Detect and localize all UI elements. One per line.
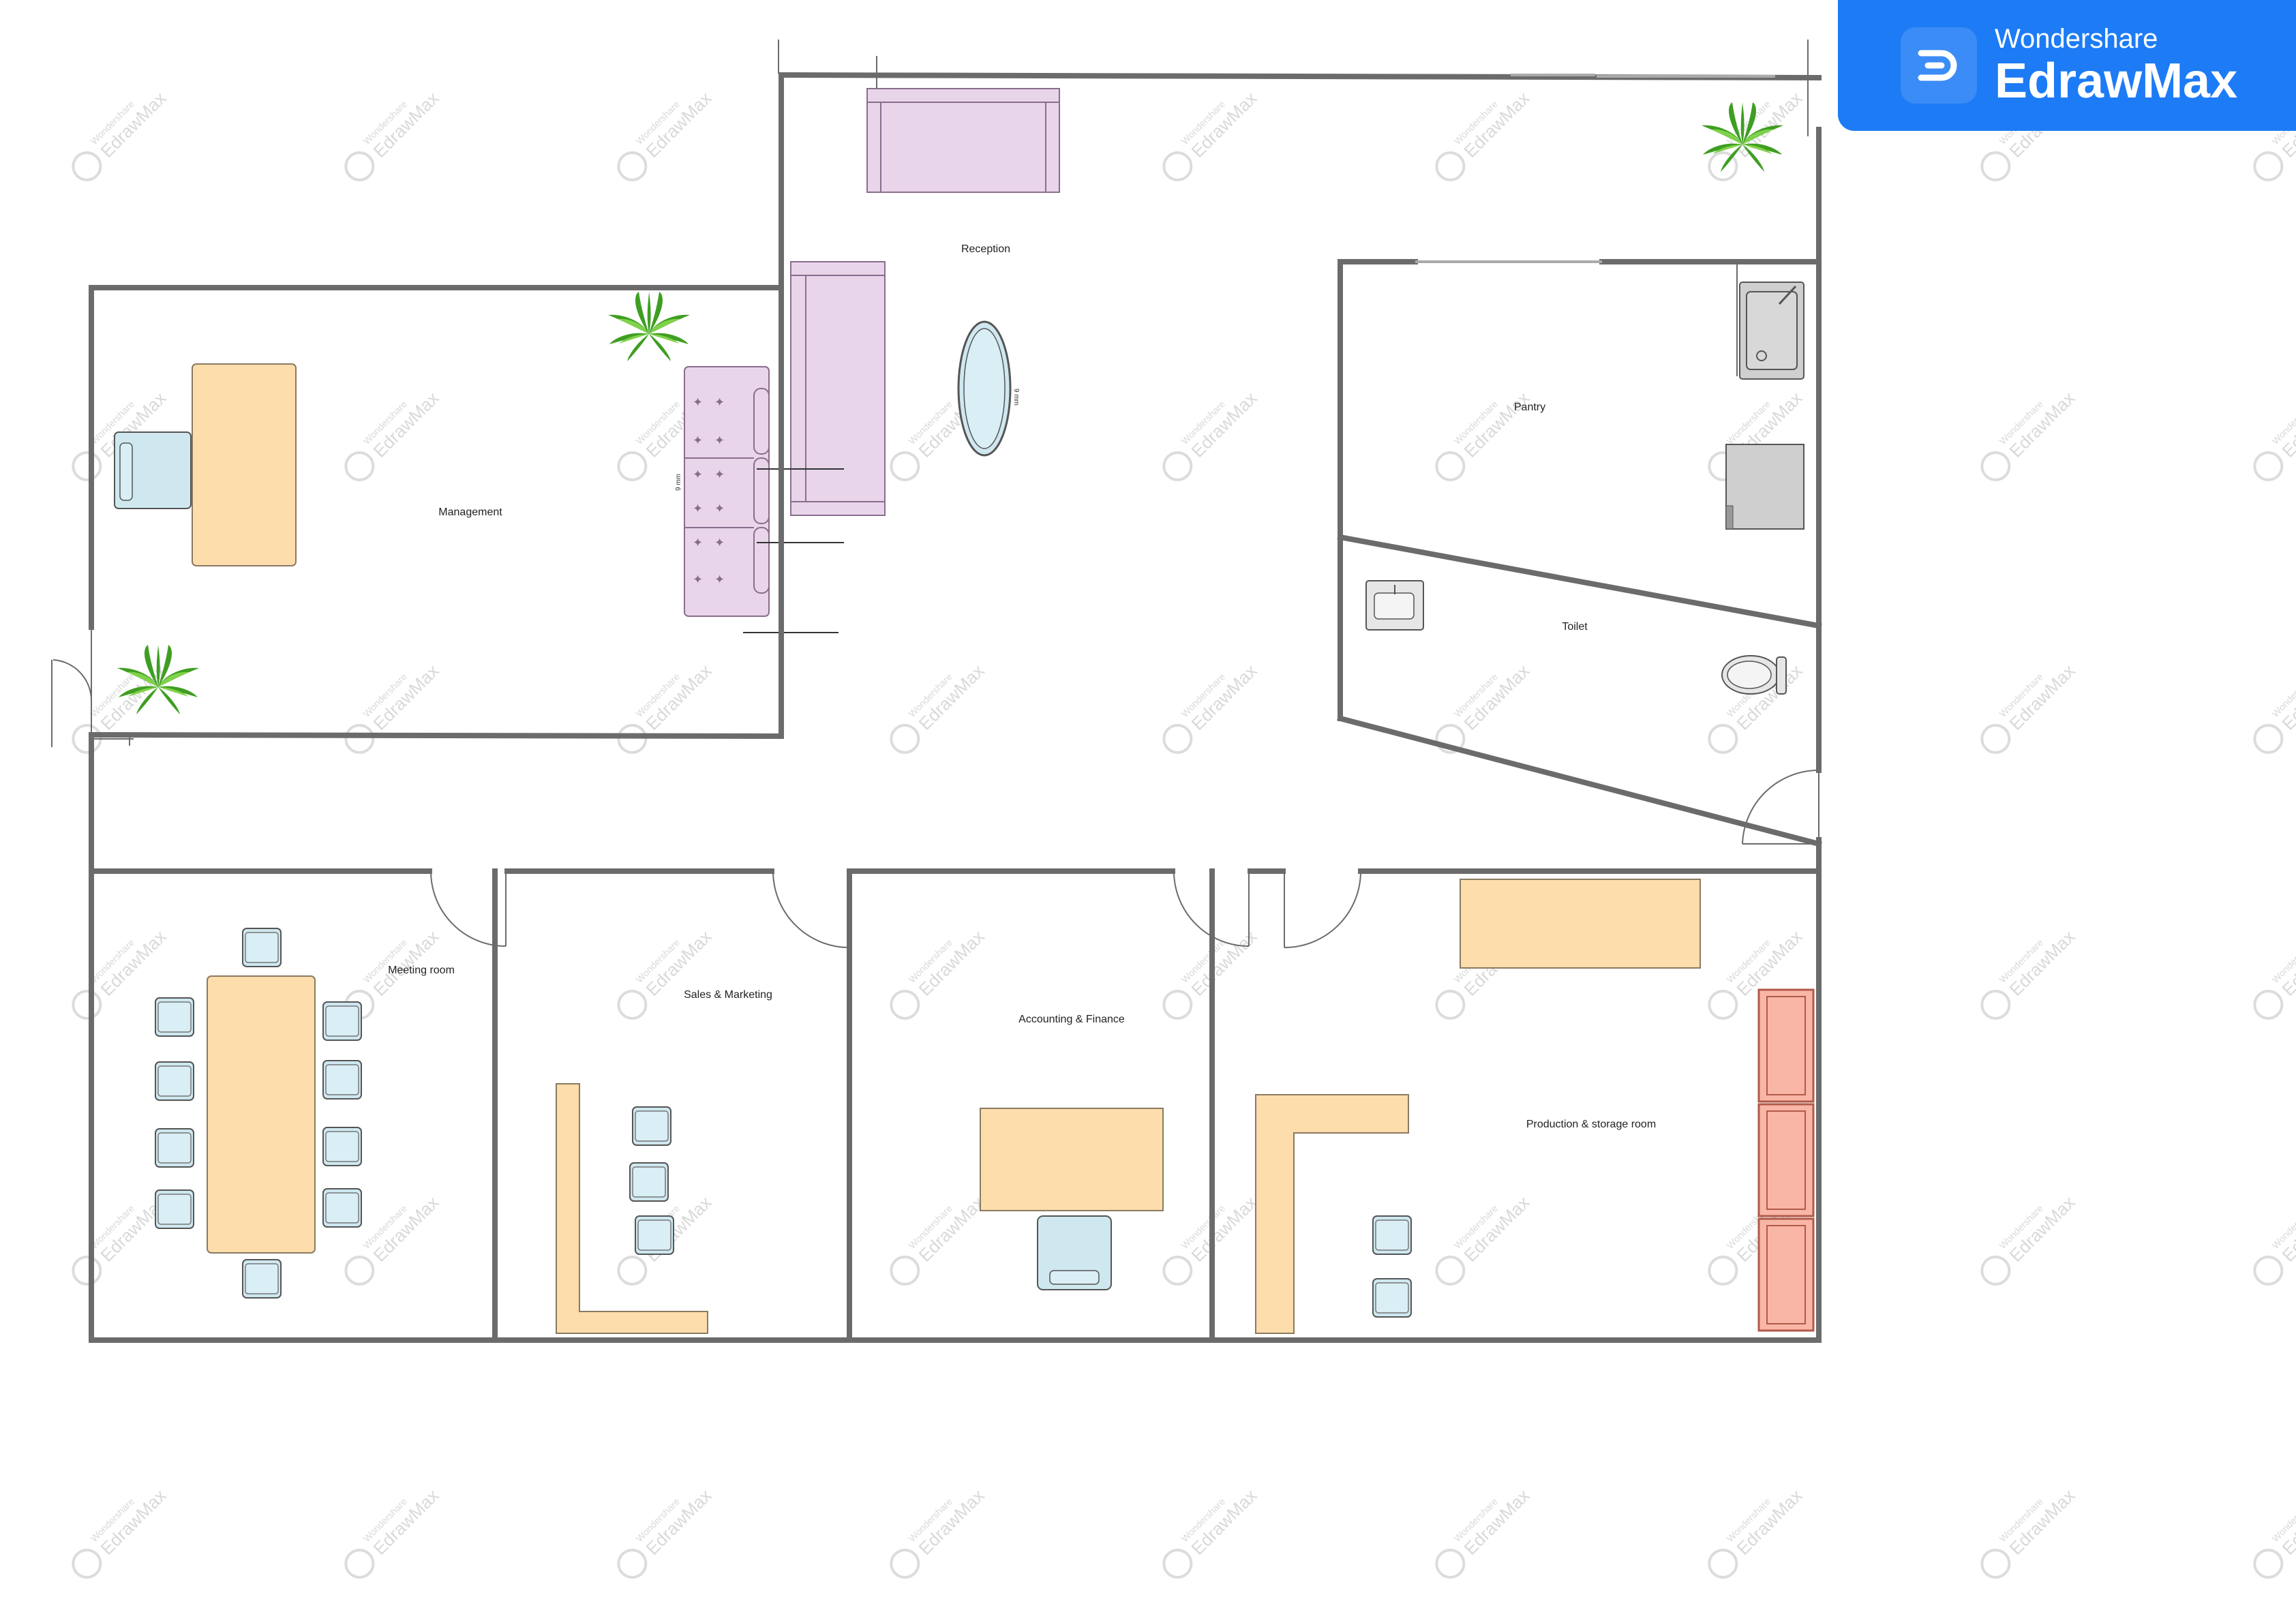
room-label-management: Management xyxy=(438,506,502,518)
watermark: WondershareEdrawMax xyxy=(2253,926,2296,1020)
room-label-toilet: Toilet xyxy=(1562,621,1588,633)
svg-text:✦: ✦ xyxy=(714,502,725,516)
accounting-chair xyxy=(1037,1215,1112,1290)
badge-product: EdrawMax xyxy=(1995,54,2238,108)
management-sofa: ✦ ✦ ✦ ✦ ✦ ✦ ✦ ✦ ✦ ✦ ✦ ✦ xyxy=(684,366,770,617)
svg-text:✦: ✦ xyxy=(714,468,725,482)
svg-text:✦: ✦ xyxy=(693,395,703,410)
reception-sofa-side xyxy=(790,261,886,516)
svg-text:✦: ✦ xyxy=(693,536,703,550)
dimension-label-sofa: 9 mm xyxy=(675,474,682,491)
watermark: WondershareEdrawMax xyxy=(890,1192,988,1286)
watermark: WondershareEdrawMax xyxy=(1162,661,1261,754)
watermark: WondershareEdrawMax xyxy=(344,388,443,481)
watermark: WondershareEdrawMax xyxy=(2253,388,2296,481)
watermark: WondershareEdrawMax xyxy=(1435,661,1534,754)
watermark: WondershareEdrawMax xyxy=(1980,661,2079,754)
watermark-layer: WondershareEdrawMax WondershareEdrawMax Wo… xyxy=(72,88,2296,1579)
watermark: WondershareEdrawMax xyxy=(2253,1485,2296,1579)
watermark: WondershareEdrawMax xyxy=(2253,661,2296,754)
svg-text:✦: ✦ xyxy=(693,434,703,448)
watermark: WondershareEdrawMax xyxy=(72,88,170,181)
badge-brand: Wondershare xyxy=(1995,24,2158,54)
watermark: WondershareEdrawMax xyxy=(1162,88,1261,181)
dimension-label-table: 9 mm xyxy=(1012,389,1020,406)
watermark: WondershareEdrawMax xyxy=(72,1485,170,1579)
watermark: WondershareEdrawMax xyxy=(1435,1192,1534,1286)
window-segments xyxy=(1415,74,1775,263)
room-label-production: Production & storage room xyxy=(1526,1119,1656,1130)
floor-plan: WondershareEdrawMax WondershareEdrawMax Wo… xyxy=(51,40,2296,1579)
svg-text:✦: ✦ xyxy=(714,395,725,410)
room-label-accounting: Accounting & Finance xyxy=(1018,1014,1125,1025)
watermark: WondershareEdrawMax xyxy=(72,661,170,754)
watermark: WondershareEdrawMax xyxy=(1162,1485,1261,1579)
toilet-basin xyxy=(1365,580,1424,631)
accounting-desk xyxy=(980,1108,1164,1211)
watermark: WondershareEdrawMax xyxy=(1162,388,1261,481)
sales-chairs xyxy=(629,1106,674,1255)
storage-shelves xyxy=(1757,988,1815,1332)
watermark: WondershareEdrawMax xyxy=(1980,1485,2079,1579)
watermark: WondershareEdrawMax xyxy=(890,926,988,1020)
reception-oval-table xyxy=(957,320,1012,457)
watermark: WondershareEdrawMax xyxy=(890,1485,988,1579)
svg-text:✦: ✦ xyxy=(714,573,725,587)
edrawmax-logo-icon xyxy=(1901,27,1977,104)
pantry-sink xyxy=(1739,282,1804,380)
watermark: WondershareEdrawMax xyxy=(72,1192,170,1286)
watermark: WondershareEdrawMax xyxy=(617,926,716,1020)
watermark: WondershareEdrawMax xyxy=(1435,1485,1534,1579)
production-chairs xyxy=(1372,1215,1412,1318)
meeting-table xyxy=(207,975,316,1254)
watermark: WondershareEdrawMax xyxy=(2253,1192,2296,1286)
management-chair xyxy=(114,431,192,509)
watermark: WondershareEdrawMax xyxy=(890,661,988,754)
watermark: WondershareEdrawMax xyxy=(1708,1485,1807,1579)
svg-text:✦: ✦ xyxy=(714,434,725,448)
svg-text:✦: ✦ xyxy=(693,502,703,516)
watermark: WondershareEdrawMax xyxy=(1980,1192,2079,1286)
wall-stubs xyxy=(778,40,877,89)
watermark: WondershareEdrawMax xyxy=(1980,388,2079,481)
watermark: WondershareEdrawMax xyxy=(1980,926,2079,1020)
pantry-appliance xyxy=(1725,444,1804,530)
watermark: WondershareEdrawMax xyxy=(617,1485,716,1579)
edrawmax-badge[interactable]: Wondershare EdrawMax xyxy=(1838,0,2296,131)
reception-sofa-top xyxy=(866,88,1060,193)
watermark: WondershareEdrawMax xyxy=(344,661,443,754)
room-label-sales: Sales & Marketing xyxy=(684,989,772,1001)
plant-management-top xyxy=(608,292,690,361)
watermark: WondershareEdrawMax xyxy=(1162,1192,1261,1286)
watermark: WondershareEdrawMax xyxy=(72,926,170,1020)
toilet-bowl xyxy=(1721,655,1787,695)
watermark: WondershareEdrawMax xyxy=(1708,88,1807,181)
watermark: WondershareEdrawMax xyxy=(617,88,716,181)
watermark: WondershareEdrawMax xyxy=(1435,88,1534,181)
management-desk xyxy=(192,363,297,566)
watermark: WondershareEdrawMax xyxy=(344,88,443,181)
svg-text:✦: ✦ xyxy=(693,573,703,587)
watermark: WondershareEdrawMax xyxy=(344,1485,443,1579)
room-label-meeting: Meeting room xyxy=(388,965,455,976)
watermark: WondershareEdrawMax xyxy=(1435,388,1534,481)
room-label-reception: Reception xyxy=(961,243,1010,255)
room-label-pantry: Pantry xyxy=(1514,401,1545,413)
production-table xyxy=(1460,879,1701,969)
svg-text:✦: ✦ xyxy=(693,468,703,482)
svg-text:✦: ✦ xyxy=(714,536,725,550)
watermark: WondershareEdrawMax xyxy=(617,661,716,754)
